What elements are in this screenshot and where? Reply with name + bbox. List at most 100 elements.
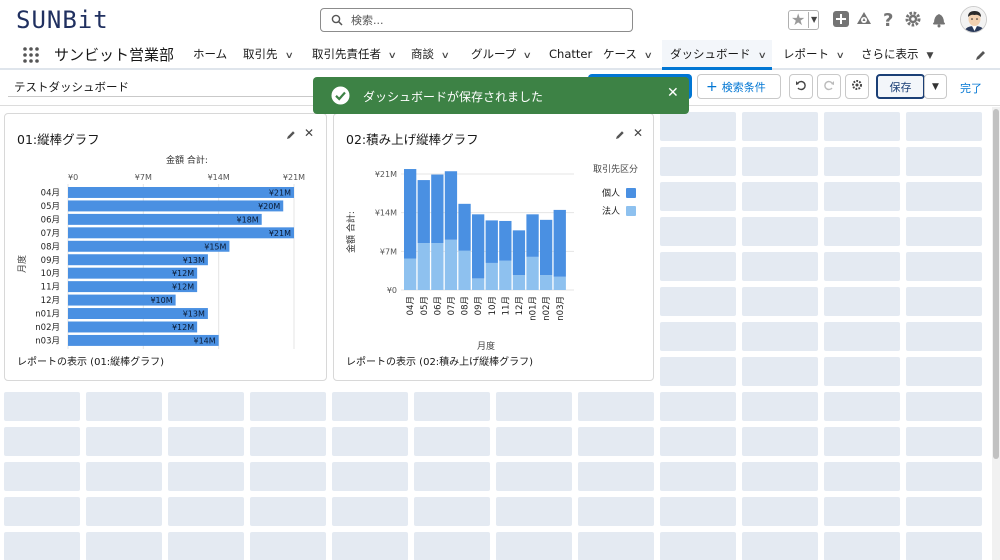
close-icon[interactable]: ✕ xyxy=(667,85,679,101)
grid-placeholder-cell xyxy=(414,392,490,421)
nav-item-reports[interactable]: レポート ∨ xyxy=(775,40,852,70)
scrollbar-thumb[interactable] xyxy=(993,109,999,459)
add-filter-button[interactable]: + 検索条件 xyxy=(697,74,781,99)
trailhead-icon[interactable] xyxy=(855,10,873,28)
nav-item-contacts[interactable]: 取引先責任者 ∨ xyxy=(304,40,404,70)
redo-button[interactable] xyxy=(817,74,841,99)
x-tick-label: 09月 xyxy=(474,296,484,315)
x-axis-title: 金額 合計: xyxy=(166,154,208,166)
save-button[interactable]: 保存 xyxy=(876,74,925,99)
grid-placeholder-cell xyxy=(824,357,900,386)
add-icon[interactable] xyxy=(832,10,850,28)
stacked-bar-chart: 金額 合計: ¥21M ¥14M ¥7M ¥0 04月 05月 06月 07月 08月 09月 10月… xyxy=(345,163,638,352)
help-icon[interactable]: ? xyxy=(879,10,897,28)
view-report-link[interactable]: レポートの表示 (01:縦棒グラフ) xyxy=(17,353,164,368)
favorites-button[interactable]: ★ ▼ xyxy=(788,10,819,30)
grid-placeholder-cell xyxy=(742,287,818,316)
dashboard-title-input[interactable] xyxy=(8,77,318,97)
chevron-down-icon[interactable]: ∨ xyxy=(523,42,532,70)
view-report-link[interactable]: レポートの表示 (02:積み上げ縦棒グラフ) xyxy=(346,353,533,368)
app-launcher-icon[interactable] xyxy=(22,46,40,64)
bar xyxy=(68,200,284,212)
edit-nav-icon[interactable] xyxy=(975,49,987,61)
data-label: ¥14M xyxy=(193,336,215,345)
undo-icon xyxy=(796,80,806,91)
bar-segment xyxy=(499,220,512,261)
bar-segment xyxy=(485,262,498,290)
data-label: ¥12M xyxy=(172,269,194,278)
avatar-icon xyxy=(961,7,986,32)
data-label: ¥18M xyxy=(237,215,259,224)
chevron-down-icon[interactable]: ∨ xyxy=(836,42,845,70)
bell-icon[interactable] xyxy=(930,10,948,28)
legend-swatch xyxy=(626,188,636,198)
nav-item-opportunities[interactable]: 商談 ∨ xyxy=(403,40,457,70)
star-icon: ★ xyxy=(791,10,806,29)
search-input[interactable] xyxy=(351,11,621,29)
widget-bar-chart[interactable]: 01:縦棒グラフ ✕ 金額 合計: ¥0 ¥7M ¥14M ¥21M 月度 04月 ¥21M 0… xyxy=(4,113,327,381)
bar-segment xyxy=(444,239,458,290)
success-toast: ダッシュボードが保存されました ✕ xyxy=(313,77,689,114)
undo-button[interactable] xyxy=(789,74,813,99)
nav-item-accounts[interactable]: 取引先 ∨ xyxy=(235,40,300,70)
grid-placeholder-cell xyxy=(906,462,982,491)
chevron-down-icon[interactable]: ∨ xyxy=(388,42,397,70)
grid-placeholder-cell xyxy=(742,112,818,141)
nav-item-chatter[interactable]: Chatter xyxy=(541,40,600,70)
legend-title: 取引先区分 xyxy=(593,163,638,175)
grid-placeholder-cell xyxy=(742,357,818,386)
caret-down-icon[interactable]: ▼ xyxy=(927,42,934,70)
nav-item-groups[interactable]: グループ ∨ xyxy=(463,40,539,70)
grid-placeholder-cell xyxy=(578,497,654,526)
properties-button[interactable] xyxy=(845,74,869,99)
close-icon[interactable]: ✕ xyxy=(633,126,643,140)
svg-text:?: ? xyxy=(883,10,893,28)
grid-placeholder-cell xyxy=(4,462,80,491)
y-tick-label: ¥14M xyxy=(375,209,397,218)
grid-placeholder-cell xyxy=(496,532,572,560)
grid-placeholder-cell xyxy=(168,497,244,526)
nav-item-cases[interactable]: ケース ∨ xyxy=(595,40,660,70)
avatar[interactable] xyxy=(960,6,987,33)
gear-icon[interactable] xyxy=(904,10,922,28)
grid-placeholder-cell xyxy=(660,287,736,316)
bar xyxy=(68,213,262,225)
vertical-scrollbar[interactable] xyxy=(992,107,1000,560)
chevron-down-icon[interactable]: ∨ xyxy=(757,42,766,70)
grid-placeholder-cell xyxy=(824,392,900,421)
plus-icon: + xyxy=(706,78,718,95)
save-options-dropdown[interactable]: ▼ xyxy=(924,74,947,99)
grid-placeholder-cell xyxy=(742,392,818,421)
grid-placeholder-cell xyxy=(332,427,408,456)
edit-widget-icon[interactable] xyxy=(615,130,625,140)
y-tick-label: n02月 xyxy=(35,323,60,333)
global-search[interactable] xyxy=(320,8,633,32)
logo[interactable]: SUNBit xyxy=(16,6,109,34)
y-tick-label: 05月 xyxy=(41,202,60,212)
grid-placeholder-cell xyxy=(742,252,818,281)
bar-segment xyxy=(553,209,566,277)
chevron-down-icon[interactable]: ∨ xyxy=(441,42,450,70)
nav-item-home[interactable]: ホーム xyxy=(185,40,235,70)
grid-placeholder-cell xyxy=(742,462,818,491)
grid-placeholder-cell xyxy=(660,147,736,176)
x-tick-label: ¥0 xyxy=(68,173,78,182)
grid-placeholder-cell xyxy=(906,497,982,526)
data-label: ¥12M xyxy=(172,283,194,292)
nav-item-more[interactable]: さらに表示 ▼ xyxy=(853,40,941,70)
nav-item-dashboards[interactable]: ダッシュボード ∨ xyxy=(662,40,772,70)
grid-placeholder-cell xyxy=(906,252,982,281)
grid-placeholder-cell xyxy=(906,182,982,211)
search-icon xyxy=(331,14,343,26)
favorites-dropdown-icon[interactable]: ▼ xyxy=(808,12,819,28)
bar-segment xyxy=(472,278,485,290)
grid-placeholder-cell xyxy=(824,147,900,176)
grid-placeholder-cell xyxy=(824,497,900,526)
widget-stacked-bar-chart[interactable]: 02:積み上げ縦棒グラフ ✕ 金額 合計: ¥21M ¥14M ¥7M ¥0 04月 05月… xyxy=(333,113,654,381)
grid-placeholder-cell xyxy=(742,532,818,560)
edit-widget-icon[interactable] xyxy=(286,130,296,140)
chevron-down-icon[interactable]: ∨ xyxy=(284,42,293,70)
chevron-down-icon[interactable]: ∨ xyxy=(644,42,653,70)
done-button[interactable]: 完了 xyxy=(960,80,982,96)
close-icon[interactable]: ✕ xyxy=(304,126,314,140)
